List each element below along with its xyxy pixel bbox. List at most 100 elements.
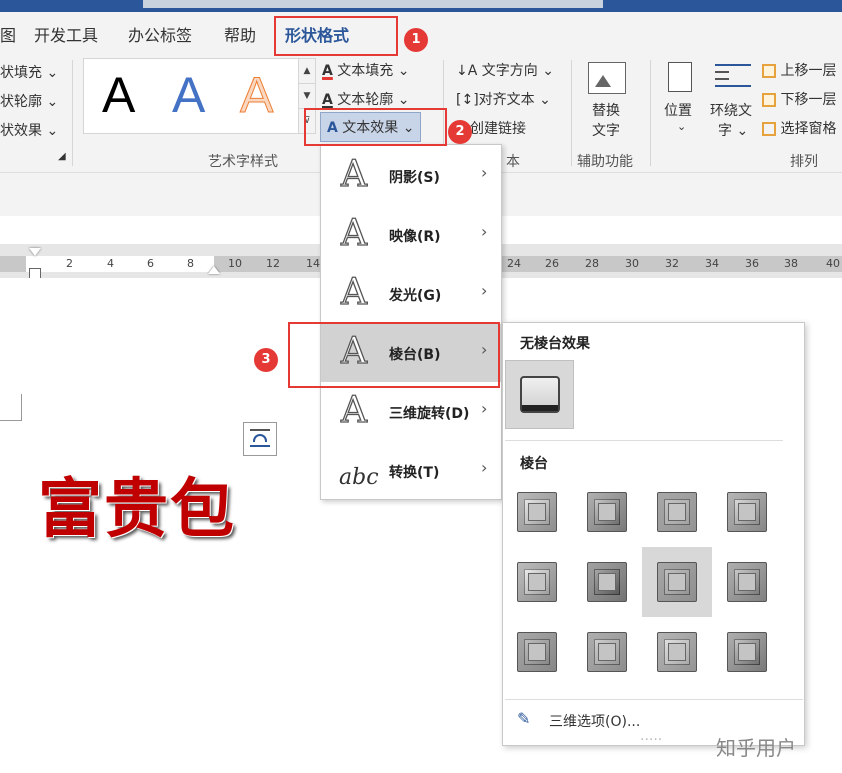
no-bevel-icon	[520, 376, 560, 413]
text-effects-menu-item[interactable]: A 阴影(S) ›	[321, 147, 501, 205]
bevel-preset-option[interactable]	[587, 492, 627, 532]
align-text-icon: [↕]	[456, 92, 479, 108]
bevel-preset-face	[528, 573, 546, 591]
tab-office-tabs[interactable]: 办公标签	[128, 22, 192, 46]
effect-letter-icon: abc	[339, 465, 379, 490]
bevel-preset-face	[738, 643, 756, 661]
watermark: 知乎用户	[716, 736, 796, 760]
text-direction-button[interactable]: ↓A 文字方向 ⌄	[456, 60, 554, 80]
text-group-label: 本	[506, 154, 520, 170]
chevron-right-icon: ›	[481, 281, 488, 300]
tab-help[interactable]: 帮助	[224, 22, 256, 46]
wordart-style-gallery[interactable]: A A A	[83, 58, 299, 134]
ruler-text-area	[26, 256, 214, 272]
dialog-launcher-icon[interactable]: ◢	[58, 151, 66, 162]
align-text-button[interactable]: [↕]对齐文本 ⌄	[456, 89, 551, 109]
separator	[72, 60, 73, 166]
bevel-preset-option[interactable]	[657, 492, 697, 532]
no-bevel-option[interactable]	[505, 360, 574, 429]
annotation-badge-2: 2	[448, 120, 472, 144]
bevel-submenu: 无棱台效果 棱台 ✎ 三维选项(O)...	[502, 322, 805, 746]
text-effects-menu-item[interactable]: abc 转换(T) ›	[321, 442, 501, 500]
bevel-preset-face	[528, 643, 546, 661]
send-backward-icon	[762, 93, 776, 107]
menu-item-label: 三维旋转(D)	[389, 406, 470, 422]
annotation-box-1	[274, 16, 398, 56]
tab-developer[interactable]: 开发工具	[34, 22, 98, 46]
title-bar	[0, 0, 842, 12]
ruler-tick-label: 6	[147, 257, 154, 270]
alt-text-label-1[interactable]: 替换	[592, 100, 620, 120]
ruler-tick-label: 2	[66, 257, 73, 270]
3d-options-menu-item[interactable]: 三维选项(O)...	[549, 711, 640, 731]
bevel-preset-option[interactable]	[727, 492, 767, 532]
bring-forward-icon	[762, 64, 776, 78]
wordart-style-orange[interactable]: A	[239, 65, 273, 125]
bevel-preset-face	[598, 643, 616, 661]
submenu-divider	[505, 440, 783, 441]
position-dropdown-icon[interactable]: ⌄	[677, 120, 686, 133]
right-indent-marker[interactable]	[208, 266, 220, 274]
shape-outline-button[interactable]: 状轮廓 ⌄	[0, 91, 58, 111]
alt-text-label-2[interactable]: 文字	[592, 120, 620, 140]
menu-item-label: 发光(G)	[389, 288, 442, 304]
ruler-tick-label: 24	[507, 257, 521, 270]
wrap-text-label-1[interactable]: 环绕文	[710, 100, 752, 120]
separator	[650, 60, 651, 166]
ruler-tick-label: 4	[107, 257, 114, 270]
bevel-preset-face	[738, 573, 756, 591]
first-line-indent-marker[interactable]	[29, 248, 41, 256]
bevel-preset-option[interactable]	[587, 632, 627, 672]
ruler-tick-label: 14	[306, 257, 320, 270]
layout-options-button[interactable]	[243, 422, 277, 456]
text-effects-menu-item[interactable]: A 三维旋转(D) ›	[321, 383, 501, 441]
text-effects-menu-item[interactable]: A 发光(G) ›	[321, 265, 501, 323]
ruler-tick-label: 34	[705, 257, 719, 270]
bevel-preset-option[interactable]	[657, 562, 697, 602]
gallery-up-icon[interactable]: ▲	[299, 59, 315, 84]
bevel-preset-face	[598, 573, 616, 591]
wordart-style-blue[interactable]: A	[172, 65, 205, 125]
arrange-group-label: 排列	[790, 154, 818, 170]
text-outline-icon: A	[322, 92, 333, 108]
3d-options-icon: ✎	[517, 709, 531, 728]
bring-forward-button[interactable]: 上移一层	[762, 60, 836, 80]
ruler-tick-label: 12	[266, 257, 280, 270]
send-backward-button[interactable]: 下移一层	[762, 89, 836, 109]
alt-text-icon[interactable]	[588, 62, 626, 94]
no-bevel-header: 无棱台效果	[520, 336, 590, 352]
position-icon[interactable]	[668, 62, 692, 92]
menu-item-label: 阴影(S)	[389, 170, 440, 186]
tab-partial[interactable]: 图	[0, 22, 16, 46]
text-fill-button[interactable]: A 文本填充 ⌄	[322, 60, 409, 80]
ruler-tick-label: 36	[745, 257, 759, 270]
effect-letter-icon: A	[340, 212, 367, 254]
wrap-text-icon[interactable]	[715, 64, 751, 92]
separator	[571, 60, 572, 166]
ruler-tick-label: 10	[228, 257, 242, 270]
wordart-text[interactable]: 富贵包	[38, 458, 236, 550]
bevel-preset-option[interactable]	[517, 632, 557, 672]
ruler-tick-label: 32	[665, 257, 679, 270]
bevel-preset-face	[528, 503, 546, 521]
create-link-button[interactable]: 创建链接	[470, 118, 526, 138]
shape-effects-button[interactable]: 状效果 ⌄	[0, 120, 58, 140]
ruler-tick-label: 28	[585, 257, 599, 270]
position-button[interactable]: 位置	[664, 100, 692, 120]
text-outline-button[interactable]: A 文本轮廓 ⌄	[322, 89, 409, 109]
text-effects-menu-item[interactable]: A 映像(R) ›	[321, 206, 501, 264]
shape-fill-button[interactable]: 状填充 ⌄	[0, 62, 58, 82]
wordart-style-black[interactable]: A	[102, 65, 135, 125]
title-search-box[interactable]	[143, 0, 603, 8]
bevel-preset-option[interactable]	[727, 632, 767, 672]
bevel-preset-option[interactable]	[657, 632, 697, 672]
annotation-box-3	[288, 322, 500, 388]
bevel-preset-option[interactable]	[727, 562, 767, 602]
bevel-preset-option[interactable]	[517, 562, 557, 602]
selection-pane-button[interactable]: 选择窗格	[762, 118, 836, 138]
bevel-preset-option[interactable]	[587, 562, 627, 602]
bevel-preset-face	[668, 503, 686, 521]
gallery-down-icon[interactable]: ▼	[299, 84, 315, 109]
bevel-preset-option[interactable]	[517, 492, 557, 532]
wrap-text-label-2[interactable]: 字 ⌄	[718, 120, 748, 140]
